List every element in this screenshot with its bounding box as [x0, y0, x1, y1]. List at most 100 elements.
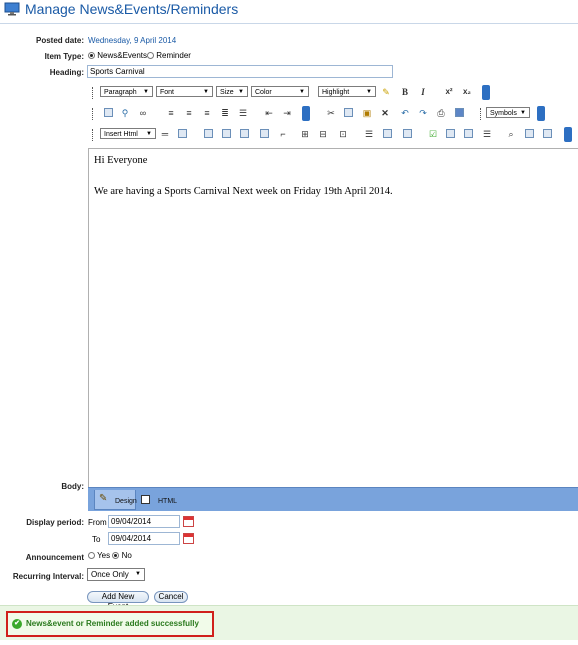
table-properties-icon[interactable]: [543, 129, 552, 138]
news-events-radio[interactable]: [88, 52, 95, 59]
highlight-dropdown[interactable]: Highlight ▼: [318, 86, 376, 97]
add-new-event-button[interactable]: Add New Event: [87, 591, 149, 611]
toolbar-grip[interactable]: [92, 87, 95, 99]
toolbar-end-icon[interactable]: [482, 85, 490, 100]
subscript-button[interactable]: x₂: [462, 87, 472, 97]
title-bar: Manage News&Events/Reminders: [0, 0, 578, 20]
italic-button[interactable]: I: [418, 87, 428, 97]
from-label: From: [88, 518, 107, 527]
outdent-icon[interactable]: ⇤: [264, 108, 274, 118]
to-date-input[interactable]: 09/04/2014: [108, 532, 180, 545]
monitor-icon: [4, 2, 20, 16]
select-icon[interactable]: ☰: [482, 129, 492, 139]
preview-icon[interactable]: ⌕: [506, 129, 516, 139]
cut-icon[interactable]: ✂: [326, 108, 336, 118]
announcement-yes-label: Yes: [97, 551, 111, 560]
item-type-group: News&Events Reminder: [88, 51, 191, 60]
toolbar-grip[interactable]: [480, 108, 483, 120]
save-icon[interactable]: [455, 108, 464, 117]
title-divider: [0, 23, 578, 24]
merge-cells-icon[interactable]: ⊡: [338, 129, 348, 139]
highlighter-icon[interactable]: ✎: [381, 87, 391, 97]
size-dropdown[interactable]: Size ▼: [216, 86, 248, 97]
to-label: To: [92, 535, 101, 544]
table-icon[interactable]: [104, 108, 113, 117]
editor-mode-bar: ✎ Design HTML: [88, 487, 578, 511]
grid-icon[interactable]: [525, 129, 534, 138]
link-icon[interactable]: ⚲: [120, 108, 130, 118]
calendar-icon[interactable]: [183, 516, 194, 527]
date-icon[interactable]: [178, 129, 187, 138]
image-icon[interactable]: [204, 129, 213, 138]
unlink-icon[interactable]: ∞: [138, 108, 148, 118]
toolbar-end-icon[interactable]: [302, 106, 310, 121]
cancel-button[interactable]: Cancel: [154, 591, 188, 603]
align-center-icon[interactable]: ≡: [184, 108, 194, 118]
indent-icon[interactable]: ⇥: [282, 108, 292, 118]
justify-icon[interactable]: ≣: [220, 108, 230, 118]
button-icon[interactable]: [464, 129, 473, 138]
superscript-button[interactable]: x²: [444, 87, 454, 97]
insert-html-dropdown[interactable]: Insert Html ▼: [100, 128, 156, 139]
heading-input[interactable]: Sports Carnival: [87, 65, 393, 78]
align-right-icon[interactable]: ≡: [202, 108, 212, 118]
recurring-interval-label: Recurring Interval:: [12, 572, 84, 581]
undo-icon[interactable]: ↶: [400, 108, 410, 118]
insert-row-icon[interactable]: ⊞: [300, 129, 310, 139]
bullet-list-icon[interactable]: ☰: [238, 108, 248, 118]
check-icon: ✔: [12, 619, 22, 629]
toolbar-grip[interactable]: [92, 129, 95, 141]
heading-label: Heading:: [49, 68, 84, 77]
success-message: ✔ News&event or Reminder added successfu…: [6, 611, 214, 637]
align-left-icon[interactable]: ≡: [166, 108, 176, 118]
announcement-yes-radio[interactable]: [88, 552, 95, 559]
media-icon[interactable]: [222, 129, 231, 138]
announcement-label: Announcement: [25, 553, 84, 562]
html-icon: [141, 495, 150, 504]
posted-date-label: Posted date:: [35, 36, 84, 45]
rich-text-editor: Paragraph ▼ Font ▼ Size ▼ Color ▼ Highlight ▼…: [88, 84, 578, 511]
html-tab[interactable]: HTML: [138, 490, 178, 510]
content-paragraph: We are having a Sports Carnival Next wee…: [94, 186, 393, 197]
delete-icon[interactable]: ✕: [380, 108, 390, 118]
horizontal-rule-icon[interactable]: ═: [160, 129, 170, 139]
text-area-icon[interactable]: [403, 129, 412, 138]
color-dropdown[interactable]: Color ▼: [251, 86, 309, 97]
item-type-label: Item Type:: [44, 52, 84, 61]
reminder-radio[interactable]: [147, 52, 155, 59]
design-icon: ✎: [99, 493, 108, 504]
text-field-icon[interactable]: [383, 129, 392, 138]
form-icon[interactable]: ☰: [364, 129, 374, 139]
symbols-dropdown[interactable]: Symbols ▼: [486, 107, 530, 118]
toolbar-end-icon[interactable]: [564, 127, 572, 142]
editor-content[interactable]: Hi Everyone We are having a Sports Carni…: [88, 148, 578, 488]
flash-icon[interactable]: [240, 129, 249, 138]
body-label: Body:: [61, 482, 84, 491]
news-events-label: News&Events: [97, 51, 148, 60]
design-tab[interactable]: ✎ Design: [94, 490, 137, 510]
toolbar-row-3: Insert Html ▼ ═ ⌐ ⊞ ⊟ ⊡ ☰ ☑ ☰ ⌕: [88, 126, 578, 144]
print-icon[interactable]: ⎙: [436, 108, 446, 118]
toolbar-row-1: Paragraph ▼ Font ▼ Size ▼ Color ▼ Highlight ▼…: [88, 84, 578, 102]
from-date-input[interactable]: 09/04/2014: [108, 515, 180, 528]
recurring-interval-dropdown[interactable]: Once Only ▼: [87, 568, 145, 581]
paste-icon[interactable]: ▣: [362, 108, 372, 118]
copy-icon[interactable]: [344, 108, 353, 117]
checkbox-icon[interactable]: ☑: [428, 129, 438, 139]
announcement-no-radio[interactable]: [112, 552, 120, 559]
radio-button-icon[interactable]: [446, 129, 455, 138]
insert-column-icon[interactable]: ⊟: [318, 129, 328, 139]
content-paragraph: Hi Everyone: [94, 155, 148, 166]
posted-date-value: Wednesday, 9 April 2014: [88, 36, 177, 45]
calendar-icon[interactable]: [183, 533, 194, 544]
anchor-icon[interactable]: ⌐: [278, 129, 288, 139]
bold-button[interactable]: B: [400, 87, 410, 97]
document-icon[interactable]: [260, 129, 269, 138]
announcement-no-label: No: [121, 551, 132, 560]
display-period-label: Display period:: [26, 518, 84, 527]
redo-icon[interactable]: ↷: [418, 108, 428, 118]
font-dropdown[interactable]: Font ▼: [156, 86, 213, 97]
toolbar-grip[interactable]: [92, 108, 95, 120]
toolbar-end-icon[interactable]: [537, 106, 545, 121]
paragraph-dropdown[interactable]: Paragraph ▼: [100, 86, 153, 97]
